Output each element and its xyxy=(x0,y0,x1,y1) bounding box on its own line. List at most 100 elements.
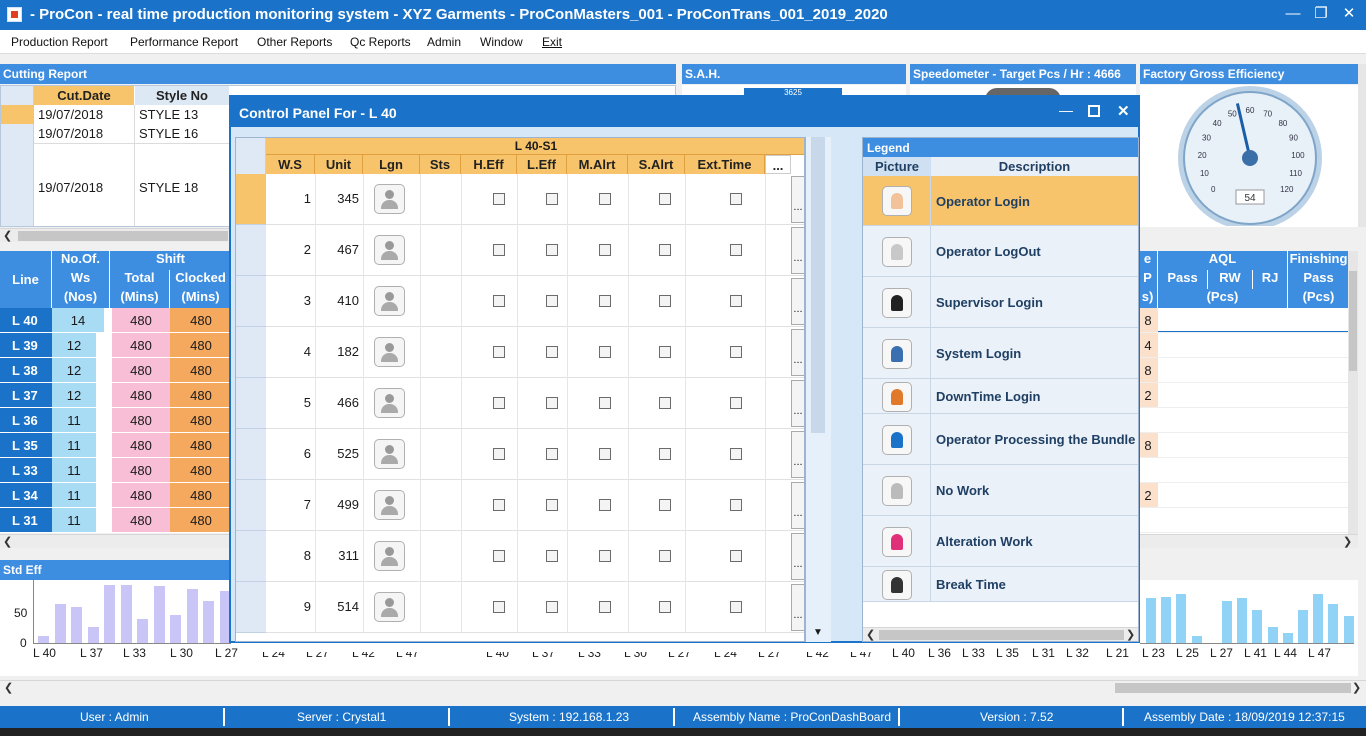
col-exttime[interactable]: Ext.Time xyxy=(685,155,765,174)
main-hscroll[interactable]: ❮ ❯ xyxy=(0,680,1366,694)
row-more-button[interactable]: ... xyxy=(791,227,804,274)
table-row[interactable]: 3 410... xyxy=(266,276,804,327)
row-selector[interactable] xyxy=(236,276,266,327)
row-more-button[interactable]: ... xyxy=(791,329,804,376)
row-more-button[interactable]: ... xyxy=(791,380,804,427)
col-cut-date[interactable]: Cut.Date xyxy=(34,86,135,105)
s-alert-checkbox[interactable] xyxy=(659,550,671,562)
l-eff-checkbox[interactable] xyxy=(546,397,558,409)
login-status-icon[interactable] xyxy=(374,337,405,367)
login-status-icon[interactable] xyxy=(374,541,405,571)
m-alert-checkbox[interactable] xyxy=(599,397,611,409)
col-aql[interactable]: AQL xyxy=(1158,251,1288,270)
row-selector[interactable] xyxy=(236,531,266,582)
s-alert-checkbox[interactable] xyxy=(659,295,671,307)
line-label[interactable]: L 33 xyxy=(0,458,52,483)
col-malrt[interactable]: M.Alrt xyxy=(567,155,628,174)
table-row[interactable]: 5 466... xyxy=(266,378,804,429)
row-more-button[interactable]: ... xyxy=(791,584,804,631)
col-sts[interactable]: Sts xyxy=(420,155,461,174)
table-row[interactable]: 8 311... xyxy=(266,531,804,582)
grid-vscroll[interactable]: ▼ xyxy=(805,137,831,642)
col-[interactable]: ... xyxy=(765,155,791,174)
h-eff-checkbox[interactable] xyxy=(493,397,505,409)
line-label[interactable]: L 36 xyxy=(0,408,52,433)
col-ws[interactable]: Ws xyxy=(52,270,110,289)
h-eff-checkbox[interactable] xyxy=(493,448,505,460)
col-aql-rj[interactable]: RJ xyxy=(1253,270,1288,289)
row-selector[interactable] xyxy=(236,327,266,378)
s-alert-checkbox[interactable] xyxy=(659,448,671,460)
l-eff-checkbox[interactable] xyxy=(546,550,558,562)
ext-time-checkbox[interactable] xyxy=(730,550,742,562)
line-label[interactable]: L 34 xyxy=(0,483,52,508)
row-selector[interactable] xyxy=(236,429,266,480)
h-eff-checkbox[interactable] xyxy=(493,193,505,205)
m-alert-checkbox[interactable] xyxy=(599,346,611,358)
row-more-button[interactable]: ... xyxy=(791,533,804,580)
col-salrt[interactable]: S.Alrt xyxy=(628,155,685,174)
s-alert-checkbox[interactable] xyxy=(659,346,671,358)
ext-time-checkbox[interactable] xyxy=(730,499,742,511)
row-more-button[interactable]: ... xyxy=(791,278,804,325)
menu-admin[interactable]: Admin xyxy=(427,35,461,49)
col-unit[interactable]: Unit xyxy=(315,155,363,174)
row-selector[interactable] xyxy=(236,378,266,429)
h-eff-checkbox[interactable] xyxy=(493,295,505,307)
m-alert-checkbox[interactable] xyxy=(599,244,611,256)
col-clocked[interactable]: Clocked xyxy=(170,270,232,289)
m-alert-checkbox[interactable] xyxy=(599,193,611,205)
row-more-button[interactable]: ... xyxy=(791,482,804,529)
menu-qc-reports[interactable]: Qc Reports xyxy=(350,35,411,49)
ext-time-checkbox[interactable] xyxy=(730,397,742,409)
menu-other-reports[interactable]: Other Reports xyxy=(257,35,332,49)
l-eff-checkbox[interactable] xyxy=(546,346,558,358)
login-status-icon[interactable] xyxy=(374,439,405,469)
table-row[interactable]: 9 514... xyxy=(266,582,804,633)
dialog-close-button[interactable]: ✕ xyxy=(1117,102,1130,120)
col-aql-rw[interactable]: RW xyxy=(1208,270,1253,289)
m-alert-checkbox[interactable] xyxy=(599,601,611,613)
l-eff-checkbox[interactable] xyxy=(546,448,558,460)
login-status-icon[interactable] xyxy=(374,286,405,316)
col-lgn[interactable]: Lgn xyxy=(363,155,420,174)
l-eff-checkbox[interactable] xyxy=(546,244,558,256)
h-eff-checkbox[interactable] xyxy=(493,550,505,562)
minimize-button[interactable]: — xyxy=(1278,3,1308,25)
ext-time-checkbox[interactable] xyxy=(730,448,742,460)
close-button[interactable]: ✕ xyxy=(1334,3,1364,25)
login-status-icon[interactable] xyxy=(374,592,405,622)
ext-time-checkbox[interactable] xyxy=(730,346,742,358)
ext-time-checkbox[interactable] xyxy=(730,295,742,307)
row-more-button[interactable]: ... xyxy=(791,431,804,478)
col-style-no[interactable]: Style No xyxy=(135,86,230,105)
h-eff-checkbox[interactable] xyxy=(493,601,505,613)
table-row[interactable]: 7 499... xyxy=(266,480,804,531)
menu-exit[interactable]: Exit xyxy=(542,35,562,49)
col-finishing-pass[interactable]: Pass xyxy=(1288,270,1350,289)
col-leff[interactable]: L.Eff xyxy=(517,155,567,174)
col-total[interactable]: Total xyxy=(110,270,170,289)
table-row[interactable]: 1 345... xyxy=(266,174,804,225)
m-alert-checkbox[interactable] xyxy=(599,295,611,307)
s-alert-checkbox[interactable] xyxy=(659,397,671,409)
s-alert-checkbox[interactable] xyxy=(659,499,671,511)
h-eff-checkbox[interactable] xyxy=(493,499,505,511)
row-selector[interactable] xyxy=(236,480,266,531)
dialog-maximize-button[interactable] xyxy=(1088,105,1100,117)
login-status-icon[interactable] xyxy=(374,388,405,418)
s-alert-checkbox[interactable] xyxy=(659,601,671,613)
s-alert-checkbox[interactable] xyxy=(659,193,671,205)
line-label[interactable]: L 39 xyxy=(0,333,52,358)
row-more-button[interactable]: ... xyxy=(791,176,804,223)
dialog-minimize-button[interactable]: — xyxy=(1059,102,1073,118)
col-ws[interactable]: W.S xyxy=(266,155,315,174)
ext-time-checkbox[interactable] xyxy=(730,193,742,205)
h-eff-checkbox[interactable] xyxy=(493,346,505,358)
row-selector[interactable] xyxy=(236,174,266,225)
restore-button[interactable]: ❐ xyxy=(1306,3,1336,25)
login-status-icon[interactable] xyxy=(374,490,405,520)
l-eff-checkbox[interactable] xyxy=(546,193,558,205)
scroll-left-icon[interactable]: ❮ xyxy=(3,229,12,242)
m-alert-checkbox[interactable] xyxy=(599,448,611,460)
